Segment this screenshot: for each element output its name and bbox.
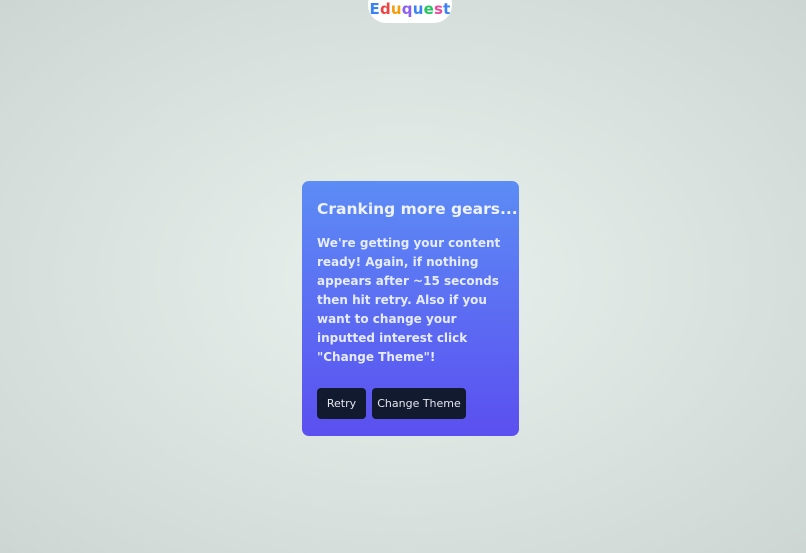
logo-letter: t (443, 0, 451, 18)
logo-letter: q (401, 0, 413, 18)
logo-letter: u (412, 0, 424, 18)
logo-badge[interactable]: Eduquest (368, 0, 452, 23)
logo-letter: e (423, 0, 434, 18)
logo-letter: u (390, 0, 402, 18)
retry-button[interactable]: Retry (317, 388, 366, 419)
logo-letter: E (369, 0, 380, 18)
dialog-title: Cranking more gears... (317, 200, 518, 218)
loading-dialog: Cranking more gears... We're getting you… (302, 181, 519, 436)
eduquest-logo: Eduquest (370, 2, 451, 17)
dialog-message: We're getting your content ready! Again,… (317, 236, 501, 364)
logo-letter: s (433, 0, 444, 18)
logo-letter: d (379, 0, 391, 18)
dialog-actions: Retry Change Theme (317, 388, 466, 419)
change-theme-button[interactable]: Change Theme (372, 388, 466, 419)
